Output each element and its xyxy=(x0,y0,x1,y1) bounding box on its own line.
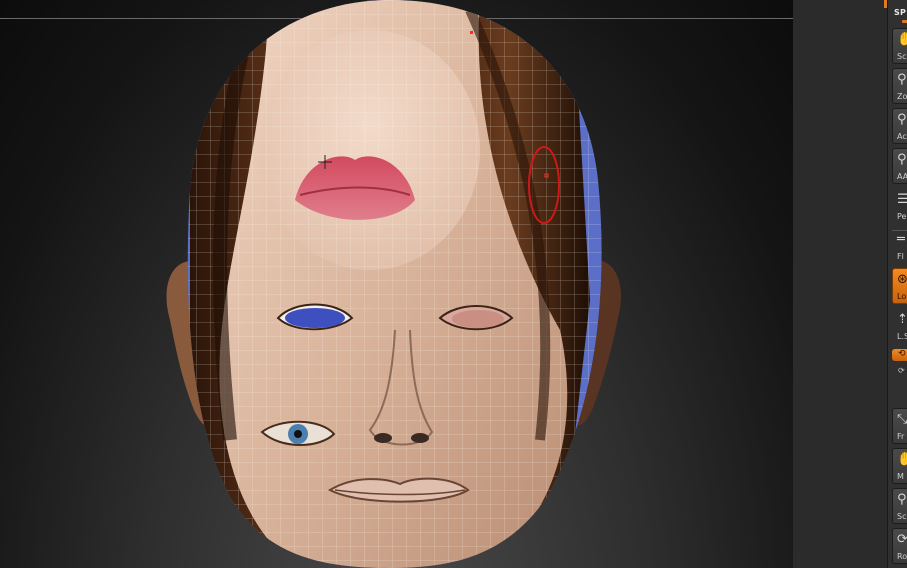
move-button[interactable]: ✋ M xyxy=(892,448,907,484)
magnifier-icon: ⚲ xyxy=(897,152,907,167)
axis-label: ⟳ xyxy=(898,366,905,375)
actual-size-button[interactable]: ⚲ Ac xyxy=(892,108,907,144)
rotate-icon: ⟳ xyxy=(897,532,907,547)
hand-icon: ✋ xyxy=(897,453,907,467)
rotate-icon: ⟲ xyxy=(898,349,906,359)
local-button[interactable]: ⊛ Lo xyxy=(892,268,907,304)
hand-icon: ✋ xyxy=(897,33,907,47)
lock-icon: ⊛ xyxy=(897,272,907,287)
shelf-slider[interactable] xyxy=(902,20,907,23)
lines-icon: ═ xyxy=(897,232,905,247)
magnifier-icon: ⚲ xyxy=(897,492,907,507)
arrows-icon: ⇡ xyxy=(897,312,907,327)
shelf-title: SP xyxy=(894,8,907,17)
lines-icon: ☰ xyxy=(897,193,907,207)
rotate-button[interactable]: ⟳ Ro xyxy=(892,528,907,564)
scale-button[interactable]: ⚲ Sc xyxy=(892,488,907,524)
3d-viewport[interactable] xyxy=(0,0,793,568)
head-model[interactable] xyxy=(0,0,793,568)
zoom-tool-button[interactable]: ⚲ Zo xyxy=(892,68,907,104)
floor-button[interactable]: ═ Fl xyxy=(892,228,907,264)
antialiased-half-button[interactable]: ⚲ AA xyxy=(892,148,907,184)
panel-gap xyxy=(793,0,887,568)
magnifier-icon: ⚲ xyxy=(897,112,907,127)
lsym-button[interactable]: ⇡ L.S xyxy=(892,308,907,344)
xyz-toggle[interactable]: ⟲ xyxy=(892,349,907,361)
right-shelf: SP ✋ Sc ⚲ Zo ⚲ Ac ⚲ AA ☰ Pe ═ Fl ⊛ Lo ⇡ … xyxy=(887,0,907,568)
frame-button[interactable]: ⤡ Fr xyxy=(892,408,907,444)
scroll-tool-button[interactable]: ✋ Sc xyxy=(892,28,907,64)
magnifier-icon: ⚲ xyxy=(897,72,907,87)
brush-marker xyxy=(470,31,473,34)
frame-icon: ⤡ xyxy=(897,412,907,427)
perspective-button[interactable]: ☰ Pe xyxy=(892,188,907,224)
